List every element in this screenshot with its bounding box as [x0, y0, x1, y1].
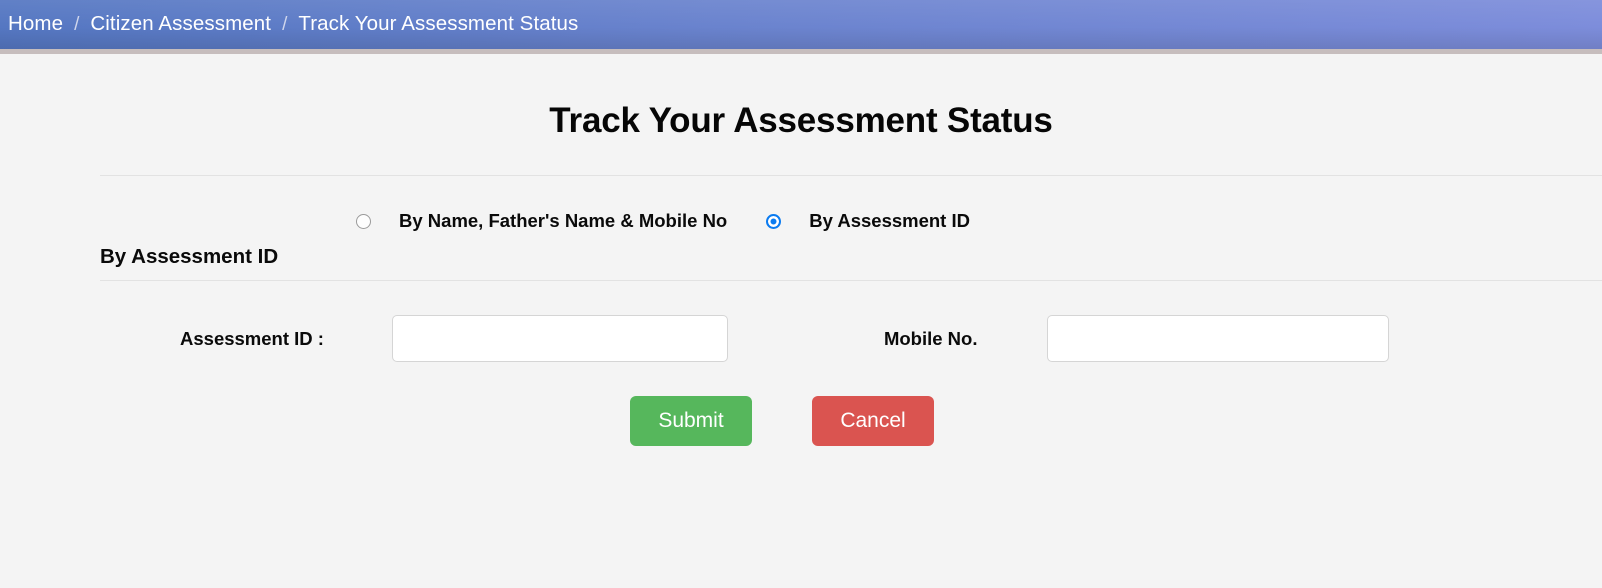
breadcrumb-item-citizen-assessment[interactable]: Citizen Assessment: [90, 14, 271, 35]
breadcrumb-bar: Home / Citizen Assessment / Track Your A…: [0, 0, 1602, 54]
form-actions: Submit Cancel: [0, 396, 1602, 446]
divider-section: [100, 280, 1602, 281]
search-mode-radio-group: By Name, Father's Name & Mobile No By As…: [0, 210, 1602, 232]
form-row: Assessment ID : Mobile No.: [0, 315, 1602, 362]
radio-label-by-assessment-id: By Assessment ID: [809, 210, 970, 231]
breadcrumb-separator: /: [74, 13, 80, 35]
assessment-id-label: Assessment ID :: [180, 327, 324, 349]
mobile-no-input[interactable]: [1047, 315, 1390, 362]
radio-unselected-icon[interactable]: [356, 213, 371, 229]
radio-label-by-name: By Name, Father's Name & Mobile No: [399, 210, 728, 231]
page-title: Track Your Assessment Status: [549, 101, 1053, 140]
radio-option-by-assessment-id[interactable]: By Assessment ID: [766, 210, 970, 232]
breadcrumb-item-home[interactable]: Home: [8, 14, 63, 35]
divider-top: [100, 175, 1602, 176]
radio-option-by-name[interactable]: By Name, Father's Name & Mobile No: [356, 210, 727, 232]
mobile-no-label: Mobile No.: [883, 327, 978, 349]
assessment-id-input[interactable]: [391, 315, 728, 362]
breadcrumb-separator: /: [282, 13, 288, 35]
page-content: Track Your Assessment Status By Name, Fa…: [0, 54, 1602, 583]
radio-selected-icon[interactable]: [766, 213, 782, 229]
cancel-button[interactable]: Cancel: [812, 396, 934, 446]
breadcrumb-item-track-your-assessment-status: Track Your Assessment Status: [298, 12, 579, 36]
submit-button[interactable]: Submit: [630, 396, 752, 446]
section-title: By Assessment ID: [100, 245, 279, 268]
